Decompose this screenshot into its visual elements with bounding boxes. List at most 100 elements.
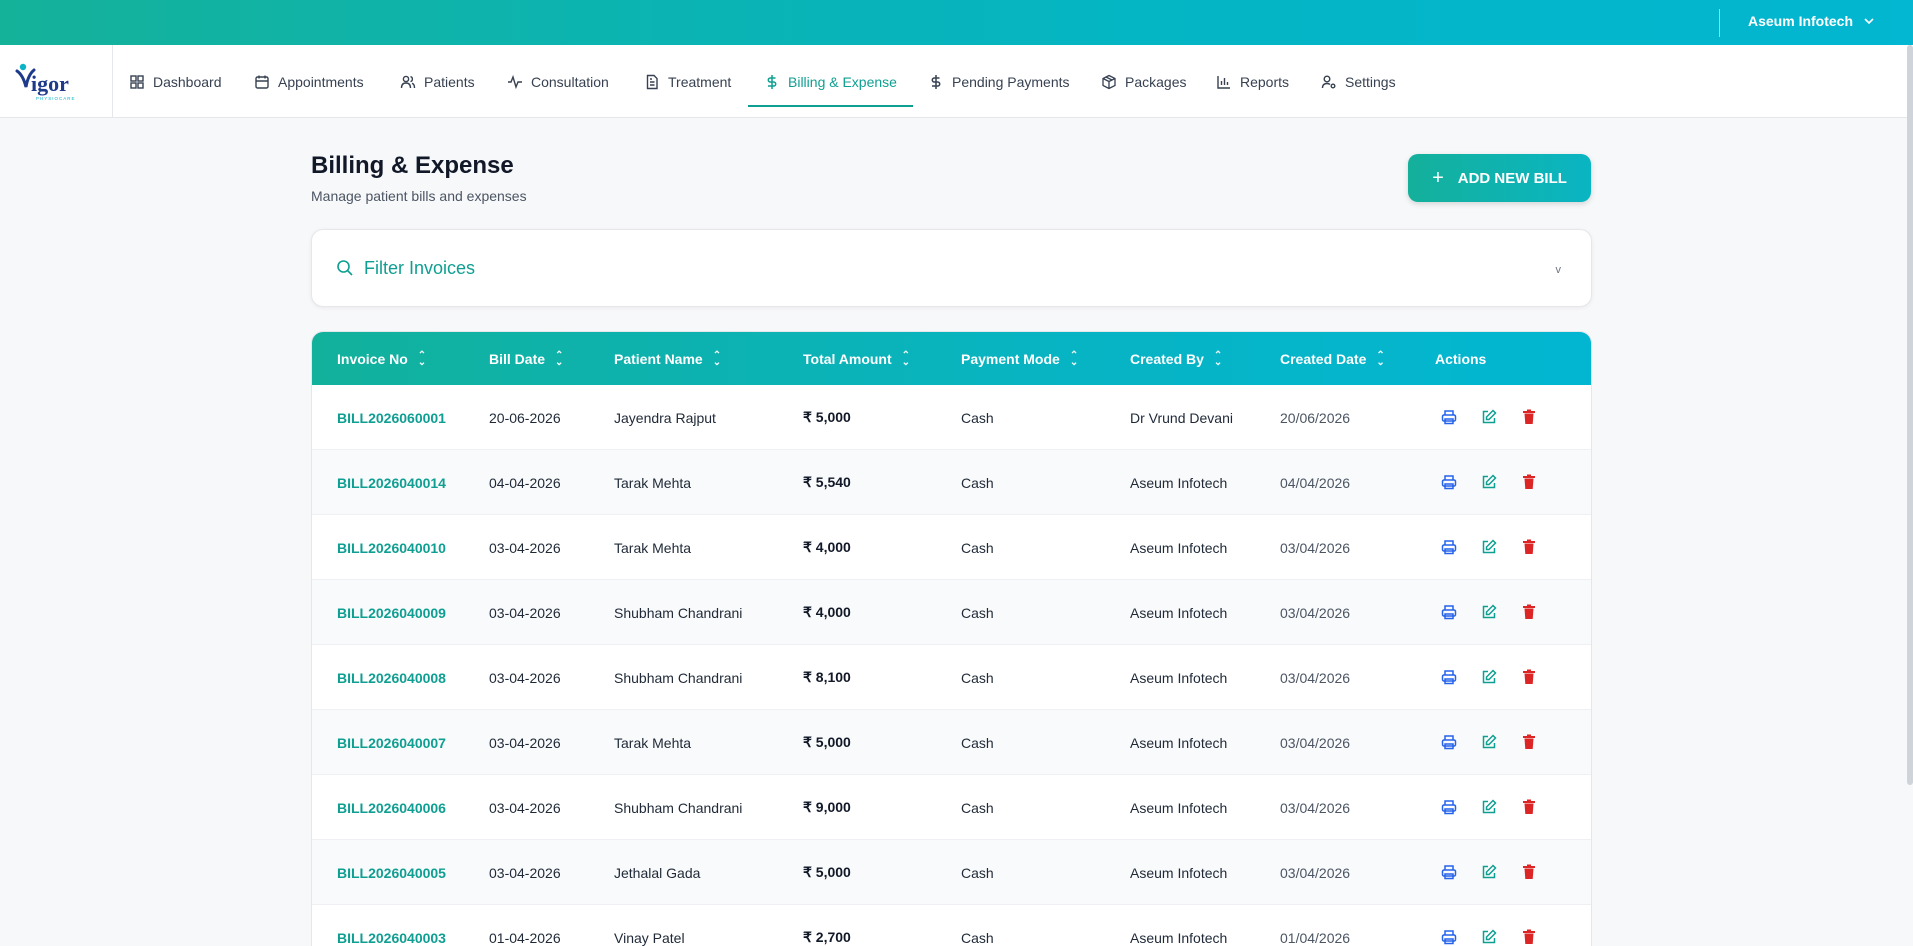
nav-pending-payments[interactable]: Pending Payments [928,45,1070,118]
created-date: 20/06/2026 [1280,409,1351,426]
delete-icon[interactable] [1519,797,1539,817]
delete-icon[interactable] [1519,602,1539,622]
invoice-link[interactable]: BILL2026040009 [337,580,446,645]
sort-icon[interactable]: ⌃ ⌄ [1214,350,1222,367]
edit-icon[interactable] [1479,797,1499,817]
patient-name: Vinay Patel [614,929,685,946]
nav-dashboard[interactable]: Dashboard [129,45,222,118]
print-icon[interactable] [1439,862,1459,882]
print-icon[interactable] [1439,472,1459,492]
invoice-link[interactable]: BILL2026040007 [337,710,446,775]
delete-icon[interactable] [1519,407,1539,427]
nav-packages[interactable]: Packages [1101,45,1186,118]
edit-icon[interactable] [1479,927,1499,946]
delete-icon[interactable] [1519,862,1539,882]
bill-date: 20-06-2026 [489,409,561,426]
page-title: Billing & Expense [311,152,514,179]
nav-consultation[interactable]: Consultation [507,45,609,118]
bill-date: 03-04-2026 [489,734,561,751]
user-menu[interactable]: Aseum Infotech [1748,13,1875,29]
activity-icon [508,74,522,89]
invoice-link[interactable]: BILL2026040006 [337,775,446,840]
total-amount: ₹ 5,000 [803,734,851,750]
search-icon [337,260,353,276]
created-date: 04/04/2026 [1280,474,1351,491]
sort-icon[interactable]: ⌃ ⌄ [418,350,426,367]
nav-billing-expense[interactable]: Billing & Expense [764,45,897,118]
delete-icon[interactable] [1519,927,1539,946]
delete-icon[interactable] [1519,667,1539,687]
invoice-link[interactable]: BILL2026060001 [337,385,446,450]
table-row: BILL2026040007 03-04-2026 Tarak Mehta ₹ 5,0… [312,710,1591,775]
invoice-link[interactable]: BILL2026040003 [337,905,446,946]
header-total-amount: Total Amount ⌃ ⌄ [803,349,911,368]
edit-icon[interactable] [1479,407,1499,427]
edit-icon[interactable] [1479,602,1499,622]
invoice-link[interactable]: BILL2026040005 [337,840,446,905]
filter-invoices-label: Filter Invoices [364,258,476,278]
sort-icon[interactable]: ⌃ ⌄ [1376,350,1384,367]
edit-icon[interactable] [1479,862,1499,882]
delete-icon[interactable] [1519,732,1539,752]
print-icon[interactable] [1439,797,1459,817]
sort-icon[interactable]: ⌃ ⌄ [1070,350,1078,367]
scrollbar[interactable] [1907,45,1913,785]
logo-text: igor [31,71,69,96]
created-by: Aseum Infotech [1130,604,1228,621]
nav-label: Patients [424,73,475,90]
top-bar: Aseum Infotech [0,0,1913,45]
filter-invoices-panel[interactable]: Filter Invoices v [311,229,1592,307]
grid-icon [130,74,144,89]
payment-mode: Cash [961,474,994,491]
sort-icon[interactable]: ⌃ ⌄ [902,350,910,367]
dollar-icon [767,74,777,89]
nav-reports[interactable]: Reports [1216,45,1289,118]
edit-icon[interactable] [1479,732,1499,752]
nav-settings[interactable]: Settings [1321,45,1396,118]
bill-date: 03-04-2026 [489,799,561,816]
chevron-down-icon[interactable]: v [1556,264,1562,276]
created-by: Aseum Infotech [1130,539,1228,556]
edit-icon[interactable] [1479,667,1499,687]
payment-mode: Cash [961,539,994,556]
add-new-bill-button[interactable]: + ADD NEW BILL [1408,154,1591,202]
delete-icon[interactable] [1519,472,1539,492]
sort-icon[interactable]: ⌃ ⌄ [555,350,563,367]
total-amount: ₹ 8,100 [803,669,851,685]
sort-icon[interactable]: ⌃ ⌄ [713,350,721,367]
table-row: BILL2026040005 03-04-2026 Jethalal Gada ₹ 5… [312,840,1591,905]
nav-treatment[interactable]: Treatment [644,45,731,118]
invoice-link[interactable]: BILL2026040010 [337,515,446,580]
payment-mode: Cash [961,409,994,426]
edit-icon[interactable] [1479,472,1499,492]
print-icon[interactable] [1439,407,1459,427]
edit-icon[interactable] [1479,537,1499,557]
logo[interactable]: igor PHYSIOCARE [0,45,113,118]
header-payment-mode: Payment Mode ⌃ ⌄ [961,349,1079,368]
active-tab-indicator [748,105,913,107]
bar-chart-icon [1217,75,1230,89]
patient-name: Shubham Chandrani [614,669,743,686]
delete-icon[interactable] [1519,537,1539,557]
bill-date: 03-04-2026 [489,604,561,621]
add-new-bill-label: ADD NEW BILL [1457,169,1567,187]
bill-date: 04-04-2026 [489,474,561,491]
total-amount: ₹ 5,000 [803,864,851,880]
page-subtitle: Manage patient bills and expenses [311,188,527,204]
print-icon[interactable] [1439,732,1459,752]
payment-mode: Cash [961,734,994,751]
invoice-link[interactable]: BILL2026040008 [337,645,446,710]
invoice-link[interactable]: BILL2026040014 [337,450,446,515]
print-icon[interactable] [1439,537,1459,557]
bill-date: 03-04-2026 [489,539,561,556]
user-cog-icon [1321,75,1336,88]
table-row: BILL2026040010 03-04-2026 Tarak Mehta ₹ 4,0… [312,515,1591,580]
print-icon[interactable] [1439,602,1459,622]
print-icon[interactable] [1439,927,1459,946]
total-amount: ₹ 4,000 [803,539,851,555]
nav-patients[interactable]: Patients [400,45,475,118]
created-date: 03/04/2026 [1280,669,1351,686]
nav-appointments[interactable]: Appointments [254,45,364,118]
nav-label: Pending Payments [952,73,1070,90]
print-icon[interactable] [1439,667,1459,687]
